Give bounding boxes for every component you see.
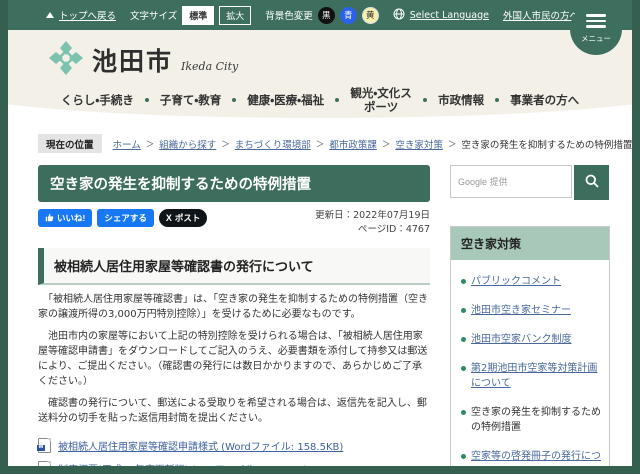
nav-item-kenko[interactable]: 健康・医療・福祉 xyxy=(247,93,324,107)
bg-color-yellow-button[interactable]: 黄 xyxy=(361,6,379,24)
main-content: 空き家の発生を抑制するための特例措置 いいね! シェアする X ポスト 更新日：… xyxy=(37,165,430,466)
bullet-dot-icon xyxy=(461,409,466,415)
font-size-label: 文字サイズ xyxy=(130,11,178,22)
sidebar-item-plan: 第2期池田市空家等対策計画について xyxy=(461,361,601,391)
search-input[interactable] xyxy=(450,165,572,198)
x-logo-icon: X xyxy=(165,213,172,223)
article-paragraph: 池田市内の家屋等において上記の特別控除を受けられる場合は、「被相続人居住用家屋等… xyxy=(38,331,428,387)
back-to-top-link[interactable]: トップへ戻る xyxy=(59,8,116,22)
site-name: 池田市 xyxy=(92,47,174,76)
article-paragraph: 「被相続人居住用家屋等確認書」は、「空き家の発生を抑制するための特例措置（空き家… xyxy=(38,294,428,320)
x-post-button[interactable]: X ポスト xyxy=(158,209,208,227)
bullet-dot-icon xyxy=(461,307,466,313)
sidebar-list: パブリックコメント 池田市空き家セミナー 池田市空家バンク制度 第2期池田市空家… xyxy=(451,260,609,466)
globe-icon xyxy=(393,8,405,23)
download-row: PDF 制度概要(平成31年度更新版) (PDFファイル: 356.0KB) xyxy=(38,461,430,466)
nav-item-kurashi[interactable]: くらし・手続き xyxy=(61,93,134,107)
nav-separator-dot xyxy=(495,98,500,103)
site-logo[interactable]: 池田市 Ikeda City xyxy=(48,40,238,80)
bg-color-label: 背景色変更 xyxy=(265,11,313,22)
city-emblem-icon xyxy=(48,40,84,80)
up-triangle-icon xyxy=(46,12,54,18)
site-header: 池田市 Ikeda City くらし・手続き 子育て・教育 健康・医療・福祉 観… xyxy=(8,30,632,118)
site-search xyxy=(450,165,610,200)
global-nav: くらし・手続き 子育て・教育 健康・医療・福祉 観光・文化スポーツ 市政情報 事… xyxy=(8,86,632,115)
sidebar-item-current-tokurei: 空き家の発生を抑制するための特例措置 xyxy=(461,405,601,435)
sidebar-item-booklet: 空家等の啓発冊子の発行について xyxy=(461,449,601,466)
nav-item-kosodate[interactable]: 子育て・教育 xyxy=(160,93,221,107)
updated-date: 更新日：2022年07月19日 xyxy=(315,210,430,221)
foreign-residents-link[interactable]: 外国人市民の方へ xyxy=(503,8,579,22)
sidebar: 空き家対策 パブリックコメント 池田市空き家セミナー 池田市空家バンク制度 xyxy=(450,165,610,466)
page-container: トップへ戻る 文字サイズ 標準 拡大 背景色変更 黒 青 黄 Select La… xyxy=(8,0,632,466)
download-list: W 被相続人居住用家屋等確認申請様式 (Wordファイル: 158.5KB) P… xyxy=(37,438,430,466)
sidebar-title: 空き家対策 xyxy=(451,227,609,260)
hamburger-icon xyxy=(586,14,606,17)
nav-separator-dot xyxy=(232,98,237,103)
nav-separator-dot xyxy=(335,98,340,103)
font-size-large-button[interactable]: 拡大 xyxy=(219,5,252,25)
nav-item-shisei[interactable]: 市政情報 xyxy=(438,93,484,107)
top-utility-bar: トップへ戻る 文字サイズ 標準 拡大 背景色変更 黒 青 黄 Select La… xyxy=(8,0,632,30)
pdf-file-icon: PDF xyxy=(38,461,51,466)
facebook-share-button[interactable]: シェアする xyxy=(97,209,154,227)
breadcrumb-machizukuri[interactable]: まちづくり環境部 xyxy=(235,137,311,151)
font-size-standard-button[interactable]: 標準 xyxy=(182,5,215,25)
nav-item-jigyosha[interactable]: 事業者の方へ xyxy=(510,93,579,107)
bullet-dot-icon xyxy=(461,336,466,342)
sidebar-item-bank: 池田市空家バンク制度 xyxy=(461,332,601,347)
breadcrumb-akiya[interactable]: 空き家対策 xyxy=(395,137,443,151)
page-title: 空き家の発生を抑制するための特例措置 xyxy=(38,165,430,202)
breadcrumb-label: 現在の位置 xyxy=(38,134,102,153)
download-link-word-application[interactable]: 被相続人居住用家屋等確認申請様式 (Wordファイル: 158.5KB) xyxy=(58,438,343,453)
breadcrumb: 現在の位置 ホーム ＞ 組織から探す ＞ まちづくり環境部 ＞ 都市政策課 ＞ … xyxy=(38,134,632,153)
bullet-dot-icon xyxy=(461,365,466,371)
bullet-dot-icon xyxy=(461,453,466,459)
bullet-dot-icon xyxy=(461,278,466,284)
facebook-like-button[interactable]: いいね! xyxy=(38,209,93,227)
sidebar-item-public-comment: パブリックコメント xyxy=(461,274,601,289)
article-paragraph: 確認書の発行について、郵送による受取りを希望される場合は、返信先を記入し、郵送料… xyxy=(38,398,427,424)
breadcrumb-toshiseisaku[interactable]: 都市政策課 xyxy=(329,137,377,151)
word-file-icon: W xyxy=(37,438,51,453)
page-id: ページID：4767 xyxy=(357,224,430,236)
bg-color-black-button[interactable]: 黒 xyxy=(317,6,335,24)
breadcrumb-current: 空き家の発生を抑制するための特例措置 xyxy=(461,139,632,151)
download-link-pdf-updated[interactable]: 制度概要(平成31年度更新版) (PDFファイル: 356.0KB) xyxy=(58,461,308,466)
bg-color-blue-button[interactable]: 青 xyxy=(339,6,357,24)
nav-item-kanko[interactable]: 観光・文化スポーツ xyxy=(350,86,412,115)
share-row: いいね! シェアする X ポスト 更新日：2022年07月19日 ページID：4… xyxy=(38,209,430,239)
menu-button[interactable]: メニュー xyxy=(570,3,622,55)
nav-separator-dot xyxy=(423,98,428,103)
breadcrumb-home[interactable]: ホーム xyxy=(113,137,141,151)
article-heading: 被相続人居住用家屋等確認書の発行について xyxy=(38,248,430,285)
breadcrumb-soshiki[interactable]: 組織から探す xyxy=(159,137,216,151)
search-button[interactable] xyxy=(574,165,609,200)
select-language-link[interactable]: Select Language xyxy=(410,10,489,21)
search-icon xyxy=(584,173,600,192)
nav-separator-dot xyxy=(144,98,149,103)
site-name-en: Ikeda City xyxy=(181,59,239,73)
download-row: W 被相続人居住用家屋等確認申請様式 (Wordファイル: 158.5KB) xyxy=(37,438,430,453)
menu-label: メニュー xyxy=(581,33,611,43)
thumbs-up-icon xyxy=(45,213,54,224)
sidebar-box: 空き家対策 パブリックコメント 池田市空き家セミナー 池田市空家バンク制度 第2… xyxy=(450,226,610,466)
sidebar-item-seminar: 池田市空き家セミナー xyxy=(461,303,601,318)
